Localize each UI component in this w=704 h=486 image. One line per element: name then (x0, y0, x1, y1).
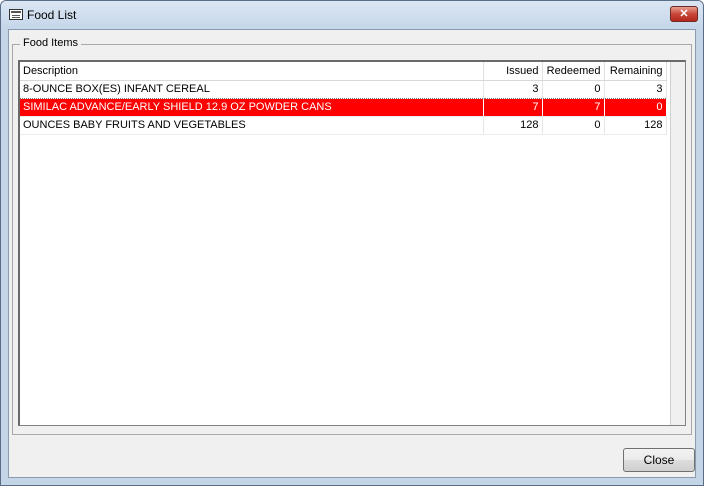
food-list-window: Food List ✕ Food Items Description Issue… (0, 0, 704, 486)
dialog-client-area: Food Items Description Issued Redeemed R… (8, 29, 696, 478)
food-items-table: Description Issued Redeemed Remaining 8-… (20, 62, 667, 135)
group-legend: Food Items (20, 37, 82, 49)
cell-redeemed: 0 (542, 79, 605, 99)
column-header-description[interactable]: Description (20, 62, 484, 81)
cell-remaining: 3 (604, 79, 667, 99)
header-row: Description Issued Redeemed Remaining (20, 62, 667, 81)
table-row[interactable]: 8-OUNCE BOX(ES) INFANT CEREAL 3 0 3 (20, 79, 667, 99)
cell-remaining: 0 (604, 98, 667, 117)
title-bar[interactable]: Food List ✕ (1, 1, 703, 29)
cell-issued: 7 (483, 98, 543, 117)
column-header-redeemed[interactable]: Redeemed (542, 62, 605, 81)
window-title: Food List (27, 8, 77, 22)
cell-remaining: 128 (604, 116, 667, 135)
food-items-group: Food Items Description Issued Redeemed R… (12, 37, 692, 435)
food-items-list[interactable]: Description Issued Redeemed Remaining 8-… (18, 60, 686, 426)
cell-issued: 128 (483, 116, 543, 135)
cell-redeemed: 7 (542, 98, 605, 117)
table-row-highlighted[interactable]: SIMILAC ADVANCE/EARLY SHIELD 12.9 OZ POW… (20, 98, 667, 117)
cell-redeemed: 0 (542, 116, 605, 135)
column-header-remaining[interactable]: Remaining (604, 62, 667, 81)
cell-description: 8-OUNCE BOX(ES) INFANT CEREAL (20, 79, 484, 99)
cell-issued: 3 (483, 79, 543, 99)
cell-description: OUNCES BABY FRUITS AND VEGETABLES (20, 116, 484, 135)
table-row[interactable]: OUNCES BABY FRUITS AND VEGETABLES 128 0 … (20, 116, 667, 135)
app-window-icon (9, 9, 23, 20)
column-header-issued[interactable]: Issued (483, 62, 543, 81)
close-icon[interactable]: ✕ (670, 6, 698, 22)
close-button[interactable]: Close (623, 448, 695, 472)
cell-description: SIMILAC ADVANCE/EARLY SHIELD 12.9 OZ POW… (20, 98, 484, 117)
list-empty-area (670, 62, 685, 425)
